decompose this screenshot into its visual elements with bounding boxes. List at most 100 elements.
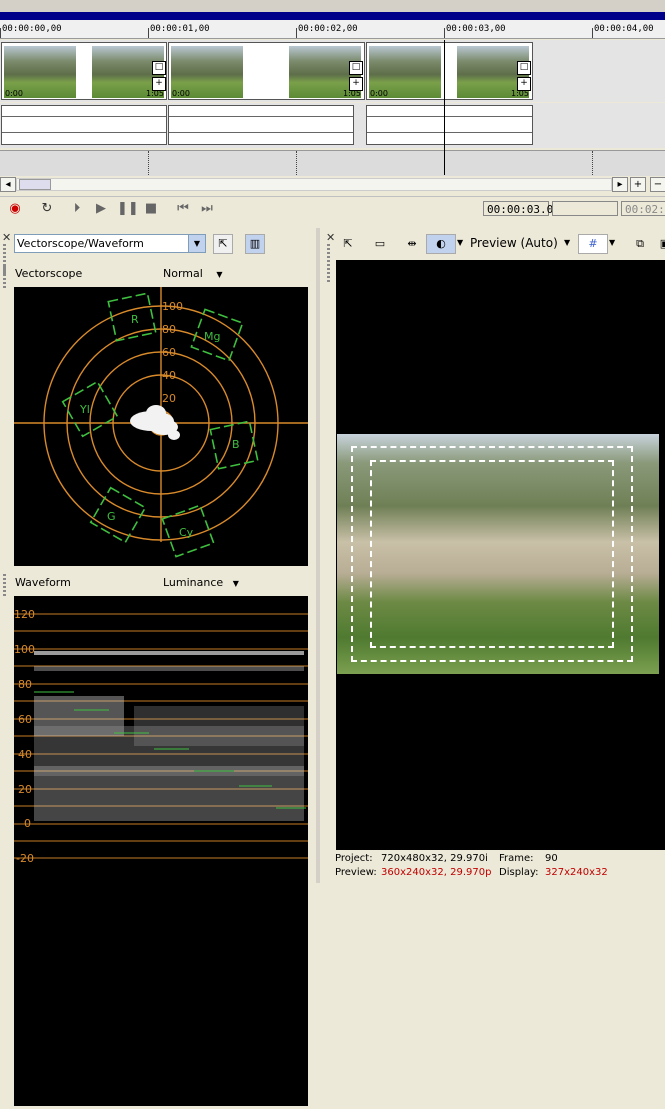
audio-clip[interactable]	[366, 105, 533, 145]
length-field[interactable]	[552, 201, 618, 216]
close-icon[interactable]: ✕	[326, 231, 335, 244]
drag-handle[interactable]	[3, 266, 6, 288]
video-preview-panel: ✕ ⇱ ▭ ⇹ ◐ ▼ Preview (Auto) ▼ # ▼ ⧉ ▣ Pro…	[320, 228, 665, 883]
record-icon[interactable]: ◉	[6, 200, 24, 218]
timeline-selection-bar[interactable]	[0, 12, 665, 20]
pause-icon[interactable]: ❚❚	[117, 200, 139, 218]
wf-label: 0	[24, 817, 31, 830]
chevron-down-icon[interactable]: ▼	[564, 238, 570, 247]
stop-icon[interactable]: ■	[142, 200, 160, 218]
video-clip[interactable]: □ + 0:00 1:05	[168, 42, 365, 100]
preview-quality-dropdown[interactable]: Preview (Auto)	[470, 236, 558, 250]
pan-crop-icon[interactable]: □	[349, 61, 363, 75]
vs-target-label: B	[232, 438, 240, 451]
grid-icon[interactable]: #	[578, 234, 608, 254]
wf-label: 60	[18, 713, 32, 726]
update-scopes-icon[interactable]: ▥	[245, 234, 265, 254]
ruler-label: 00:00:04,00	[594, 24, 654, 34]
preview-overlays-icon[interactable]: ◐	[426, 234, 456, 254]
zoom-in-button[interactable]: +	[630, 177, 646, 192]
vs-ring-label: 80	[162, 323, 176, 336]
chevron-down-icon[interactable]: ▼	[188, 235, 205, 252]
timeline-scrollbar[interactable]	[16, 178, 612, 191]
wf-label: -20	[16, 852, 34, 865]
waveform-display: 120 100 80 60 40 20 0 -20	[14, 596, 308, 1106]
vectorscope-display: 100 80 60 40 20 R Mg Yl B G Cy	[14, 287, 308, 566]
save-snapshot-icon[interactable]: ▣	[655, 234, 665, 254]
timeline-scrollbar-row: ◂ ▸ + −	[0, 176, 665, 194]
vs-ring-label: 100	[162, 300, 183, 313]
loop-icon[interactable]: ↻	[38, 200, 56, 218]
vs-target-label: Yl	[79, 403, 90, 416]
vs-target-label: Mg	[204, 330, 220, 343]
vs-ring-label: 20	[162, 392, 176, 405]
preview-frame-image	[337, 434, 659, 674]
wf-label: 40	[18, 748, 32, 761]
waveform-mode-dropdown[interactable]: Luminance ▼	[163, 576, 239, 589]
video-clip[interactable]: □ + 0:00 1:05	[1, 42, 167, 100]
audio-clip[interactable]	[1, 105, 167, 145]
scroll-right-button[interactable]: ▸	[612, 177, 628, 192]
pan-crop-icon[interactable]: □	[152, 61, 166, 75]
next-frame-icon[interactable]: ⏭	[198, 200, 216, 218]
clip-time: 1:05	[343, 89, 361, 98]
timeline-ruler[interactable]: 00:00:00,00 00:00:01,00 00:00:02,00 00:0…	[0, 20, 665, 39]
scope-type-select[interactable]: Vectorscope/Waveform ▼	[14, 234, 206, 253]
wf-label: 80	[18, 678, 32, 691]
vs-ring-label: 60	[162, 346, 176, 359]
audio-clip[interactable]	[168, 105, 354, 145]
end-time-field[interactable]: 00:02:54	[621, 201, 665, 216]
vectorscope-label: Vectorscope	[15, 267, 83, 280]
wf-label: 20	[18, 783, 32, 796]
wf-label: 100	[14, 643, 35, 656]
frame-value: 90	[545, 853, 558, 864]
current-time-field[interactable]: 00:00:03.00	[483, 201, 560, 216]
prev-frame-icon[interactable]: ⏮	[174, 200, 192, 218]
ruler-label: 00:00:02,00	[298, 24, 358, 34]
external-monitor-icon[interactable]: ▭	[370, 234, 390, 254]
preview-value: 360x240x32, 29.970p	[381, 867, 492, 878]
display-label: Display:	[499, 867, 539, 878]
timeline-top-bar	[0, 0, 665, 12]
chevron-down-icon[interactable]: ▼	[609, 238, 615, 247]
clip-time: 0:00	[5, 89, 23, 98]
chevron-down-icon[interactable]: ▼	[457, 238, 463, 247]
drag-handle[interactable]	[3, 574, 6, 596]
pan-crop-icon[interactable]: □	[517, 61, 531, 75]
clip-time: 1:05	[146, 89, 164, 98]
settings-icon[interactable]: ⇱	[213, 234, 233, 254]
video-track[interactable]: □ + 0:00 1:05 □ + 0:00 1:05 □ + 0:00 1:0…	[0, 40, 665, 102]
audio-track[interactable]	[0, 103, 665, 148]
play-icon[interactable]: ▶	[92, 200, 110, 218]
safe-area-inner	[370, 460, 614, 648]
vs-target-label: G	[107, 510, 116, 523]
vs-target-label: R	[131, 313, 139, 326]
wf-label: 120	[14, 608, 35, 621]
video-clip[interactable]: □ + 0:00 1:05	[366, 42, 533, 100]
scrollbar-thumb[interactable]	[19, 179, 51, 190]
preview-label: Preview:	[335, 867, 377, 878]
vs-target-label: Cy	[179, 526, 194, 539]
project-value: 720x480x32, 29.970i	[381, 853, 488, 864]
scroll-left-button[interactable]: ◂	[0, 177, 16, 192]
close-icon[interactable]: ✕	[2, 231, 11, 244]
zoom-out-button[interactable]: −	[650, 177, 665, 192]
split-screen-icon[interactable]: ⇹	[402, 234, 422, 254]
clip-time: 1:05	[511, 89, 529, 98]
preview-settings-icon[interactable]: ⇱	[338, 234, 358, 254]
preview-window[interactable]	[336, 260, 665, 850]
playhead-cursor[interactable]	[444, 40, 445, 175]
scope-type-value: Vectorscope/Waveform	[17, 237, 144, 250]
video-scopes-panel: ✕ Vectorscope/Waveform ▼ ⇱ ▥ Vectorscope…	[0, 228, 316, 1106]
empty-track[interactable]	[0, 150, 665, 177]
drag-handle[interactable]	[327, 244, 330, 284]
project-label: Project:	[335, 853, 373, 864]
play-from-start-icon[interactable]: ⏵	[68, 200, 86, 218]
ruler-label: 00:00:00,00	[2, 24, 62, 34]
waveform-label: Waveform	[15, 576, 71, 589]
clip-time: 0:00	[370, 89, 388, 98]
vs-ring-label: 40	[162, 369, 176, 382]
transport-bar: ◉ ↻ ⏵ ▶ ❚❚ ■ ⏮ ⏭ 00:00:03.00 00:02:54	[0, 196, 665, 221]
vectorscope-mode-dropdown[interactable]: Normal ▼	[163, 267, 222, 280]
copy-snapshot-icon[interactable]: ⧉	[630, 234, 650, 254]
